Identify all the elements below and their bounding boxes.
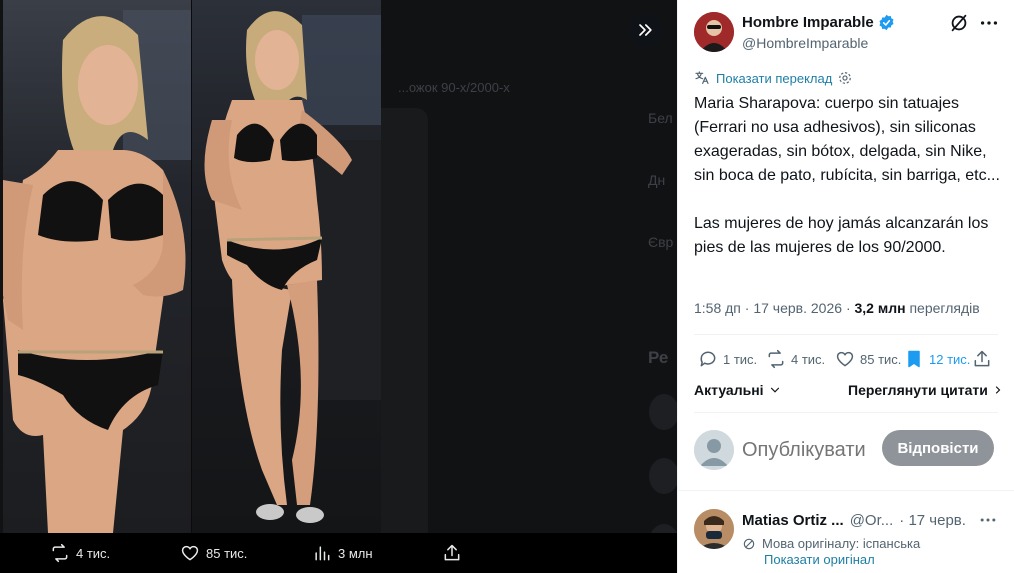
more-options-icon[interactable]	[978, 12, 1000, 34]
toolbar-share-button[interactable]	[442, 541, 462, 565]
author-handle[interactable]: @HombreImparable	[742, 35, 868, 51]
tweet-meta: 1:58 дп · 17 черв. 2026 · 3,2 млн перегл…	[694, 300, 980, 316]
original-language-label: Мова оригіналу: іспанська	[762, 536, 921, 551]
tweet-panel: Hombre Imparable @HombreImparable Показа…	[677, 0, 1014, 573]
toolbar-retweet-count: 4 тис.	[76, 545, 111, 561]
tweet-views-count: 3,2 млн	[854, 300, 906, 316]
current-user-avatar[interactable]	[694, 430, 734, 470]
divider	[678, 490, 1014, 491]
view-quotes-label: Переглянути цитати	[848, 382, 988, 398]
chevron-down-icon	[770, 387, 779, 393]
share-action-button[interactable]	[972, 347, 992, 371]
sort-replies-dropdown[interactable]: Актуальні	[694, 382, 782, 398]
heart-icon	[836, 351, 854, 367]
tweet-views-label: переглядів	[909, 300, 980, 316]
like-count: 85 тис.	[860, 351, 902, 367]
photo-left[interactable]	[3, 0, 191, 533]
retweet-action-button[interactable]: 4 тис.	[766, 347, 825, 371]
like-action-button[interactable]: 85 тис.	[835, 347, 901, 371]
reply-author-name: Matias Ortiz ...	[742, 512, 844, 529]
chevron-right-icon	[995, 386, 1001, 394]
tweet-time[interactable]: 1:58 дп	[694, 300, 741, 316]
person-illustration	[204, 11, 381, 523]
show-translation-link[interactable]: Показати переклад	[694, 70, 852, 86]
default-avatar-icon	[694, 430, 734, 470]
views-icon	[315, 546, 330, 561]
divider	[694, 412, 998, 413]
show-translation-label: Показати переклад	[716, 70, 833, 86]
media-toolbar: 4 тис. 85 тис. 3 млн	[0, 533, 677, 573]
original-language-note: Мова оригіналу: іспанська	[742, 536, 920, 551]
side-avatar	[649, 458, 677, 494]
avatar-image	[694, 12, 734, 52]
translate-icon	[695, 71, 709, 84]
bookmark-icon	[908, 350, 920, 368]
bookmark-count: 12 тис.	[929, 351, 971, 367]
share-icon	[444, 544, 460, 561]
side-label-1: Бел	[648, 110, 673, 126]
side-label-4: Ре	[648, 348, 669, 367]
reply-author-avatar[interactable]	[694, 509, 734, 549]
avatar-image	[694, 509, 734, 549]
reply-submit-button[interactable]: Відповісти	[882, 430, 994, 466]
show-original-link[interactable]: Показати оригінал	[764, 552, 875, 567]
side-avatar	[649, 394, 677, 430]
background-panel	[380, 108, 428, 533]
reply-date: · 17 черв.	[899, 512, 966, 529]
background-text: ...ожок 90-х/2000-х	[398, 80, 510, 95]
retweet-count: 4 тис.	[791, 351, 826, 367]
toolbar-retweet-button[interactable]: 4 тис.	[50, 541, 110, 565]
photo-right[interactable]	[191, 0, 381, 533]
toolbar-like-button[interactable]: 85 тис.	[180, 541, 247, 565]
more-options-icon[interactable]	[978, 510, 998, 530]
reply-author-handle: @Or...	[849, 512, 894, 529]
divider	[694, 334, 998, 335]
expand-panel-button[interactable]	[628, 13, 662, 47]
share-icon	[974, 350, 990, 367]
grok-icon[interactable]	[948, 12, 970, 34]
author-name[interactable]: Hombre Imparable	[742, 14, 895, 31]
tweet-date[interactable]: 17 черв. 2026	[753, 300, 842, 316]
author-name-text: Hombre Imparable	[742, 14, 874, 31]
translate-icon	[743, 538, 755, 549]
reply-input[interactable]	[742, 434, 866, 466]
sort-label: Актуальні	[694, 382, 764, 398]
reply-count: 1 тис.	[723, 351, 758, 367]
tweet-text: Maria Sharapova: cuerpo sin tatuajes (Fe…	[694, 95, 1000, 256]
toolbar-views-button[interactable]: 3 млн	[312, 541, 373, 565]
reply-author[interactable]: Matias Ortiz ... @Or... · 17 черв.	[742, 512, 966, 529]
view-quotes-link[interactable]: Переглянути цитати	[848, 382, 1004, 398]
retweet-icon	[52, 543, 68, 563]
reply-icon	[700, 351, 716, 367]
side-label-3: Євр	[648, 234, 674, 250]
bookmark-action-button[interactable]: 12 тис.	[904, 347, 970, 371]
double-chevron-right-icon	[639, 24, 652, 36]
retweet-icon	[768, 349, 784, 369]
toolbar-like-count: 85 тис.	[206, 545, 248, 561]
heart-icon	[181, 545, 199, 561]
side-label-2: Дн	[648, 172, 666, 188]
author-avatar[interactable]	[694, 12, 734, 52]
reply-action-button[interactable]: 1 тис.	[698, 347, 757, 371]
media-viewer: ...ожок 90-х/2000-х Бел Дн Євр Ре 4 тис.…	[0, 0, 677, 573]
settings-gear-icon[interactable]	[838, 71, 852, 85]
person-illustration	[3, 10, 191, 533]
toolbar-views-count: 3 млн	[338, 545, 373, 561]
verified-badge-icon	[879, 14, 894, 31]
